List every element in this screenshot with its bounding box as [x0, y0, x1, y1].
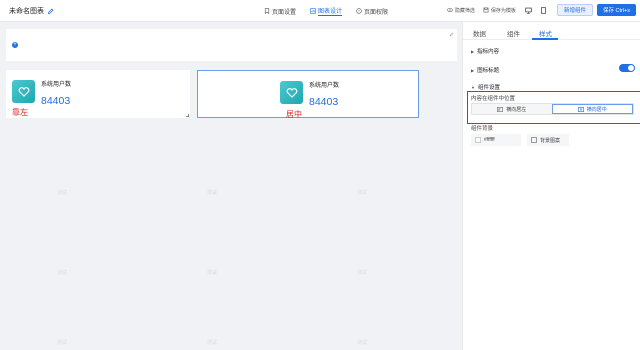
chart-title-toggle[interactable]	[619, 64, 635, 72]
page-title: 未命名图表	[9, 8, 44, 15]
image-icon	[531, 137, 537, 143]
heart-tile	[280, 81, 303, 104]
nav-label: 页面设置	[272, 9, 297, 16]
heart-icon	[286, 87, 297, 98]
new-widget-button[interactable]: 新增组件	[556, 4, 593, 16]
active-tab-indicator	[532, 38, 558, 40]
widget-title: 系统用户数	[309, 83, 340, 89]
save-template-button[interactable]: 保存为模板	[483, 7, 516, 14]
hide-filter-button[interactable]: 隐藏筛选	[447, 7, 475, 14]
desktop-view-button[interactable]	[524, 5, 534, 15]
watermark: 测试	[57, 340, 68, 346]
annotation-center: 居中	[286, 110, 302, 119]
hide-filter-label: 隐藏筛选	[454, 7, 475, 14]
tablet-view-button[interactable]	[539, 5, 549, 15]
nav-page-permission[interactable]: 页面权限	[356, 5, 388, 17]
nav-page-settings[interactable]: 页面设置	[264, 5, 296, 17]
page-title-wrap: 未命名图表	[9, 6, 54, 16]
watermark: 测试	[207, 270, 218, 276]
nav-chart-design[interactable]: 图表设计	[310, 5, 343, 17]
chart-design-icon	[310, 8, 316, 14]
background-image-label: 背景图案	[540, 137, 561, 144]
save-button[interactable]: 保存 Ctrl+s	[596, 4, 636, 16]
widget-value: 84403	[309, 96, 339, 108]
highlight-box	[467, 91, 640, 124]
properties-panel: 数据 组件 样式 ▶ 指标内容 ▶ 图标标题 ▼ 组件设置 内容在组件中位置 横…	[462, 22, 640, 350]
main-nav: 页面设置 图表设计 页面权限	[264, 5, 388, 17]
tab-style[interactable]: 样式	[539, 28, 552, 38]
indicator-widget-left[interactable]: 系统用户数 84403	[6, 70, 190, 118]
section-label: 组件设置	[477, 85, 500, 91]
eye-icon	[447, 8, 453, 12]
save-template-icon	[483, 7, 489, 13]
watermark: 测试	[57, 190, 68, 196]
background-color-field[interactable]: #ffffff	[471, 134, 521, 146]
section-indicator-content[interactable]: ▶ 指标内容	[471, 47, 500, 56]
save-template-label: 保存为模板	[490, 7, 516, 14]
edit-icon[interactable]	[47, 8, 54, 15]
nav-label: 页面权限	[364, 9, 389, 16]
bookmark-icon	[264, 8, 270, 14]
section-label: 指标内容	[477, 49, 500, 55]
heart-tile	[12, 80, 35, 103]
watermark: 测试	[57, 270, 68, 276]
panel-tabs: 数据 组件 样式	[463, 22, 640, 40]
add-filter-button[interactable]: +	[12, 42, 18, 48]
annotation-left: 靠左	[12, 108, 28, 117]
section-chart-title[interactable]: ▶ 图标标题	[471, 66, 500, 75]
watermark: 测试	[357, 270, 368, 276]
indicator-widget-center[interactable]: 系统用户数 84403	[197, 70, 419, 118]
caret-down-icon: ▼	[471, 84, 475, 90]
tab-data[interactable]: 数据	[473, 28, 486, 38]
background-image-button[interactable]: 背景图案	[527, 134, 569, 146]
section-widget-settings[interactable]: ▼ 组件设置	[471, 83, 500, 92]
top-bar: 未命名图表 页面设置 图表设计 页面权限 隐藏筛选 保存为模板 新增组件 保存 …	[0, 0, 640, 22]
edit-icon[interactable]	[449, 32, 454, 37]
toolbar: 隐藏筛选 保存为模板 新增组件 保存 Ctrl+s	[447, 4, 640, 16]
section-label: 图标标题	[477, 68, 500, 74]
tablet-icon	[541, 6, 547, 14]
background-label: 组件背景	[471, 126, 494, 132]
tab-widget[interactable]: 组件	[507, 28, 520, 38]
widget-value: 84403	[41, 95, 71, 107]
watermark: 测试	[357, 190, 368, 196]
widget-title: 系统用户数	[41, 82, 72, 88]
background-color-value: #ffffff	[484, 137, 495, 143]
watermark: 测试	[207, 340, 218, 346]
watermark: 测试	[207, 190, 218, 196]
watermark: 测试	[357, 340, 368, 346]
filter-area[interactable]: +	[6, 29, 457, 61]
design-canvas[interactable]: 测试 测试 测试 测试 测试 测试 测试 测试 测试 测试 测试 测试 + 系统…	[0, 22, 462, 350]
caret-right-icon: ▶	[471, 67, 475, 73]
nav-label: 图表设计	[318, 6, 343, 16]
heart-icon	[18, 86, 29, 97]
monitor-icon	[525, 7, 533, 14]
lock-icon	[356, 8, 362, 14]
color-swatch	[475, 137, 481, 143]
caret-right-icon: ▶	[471, 48, 475, 54]
resize-handle[interactable]	[186, 114, 189, 117]
